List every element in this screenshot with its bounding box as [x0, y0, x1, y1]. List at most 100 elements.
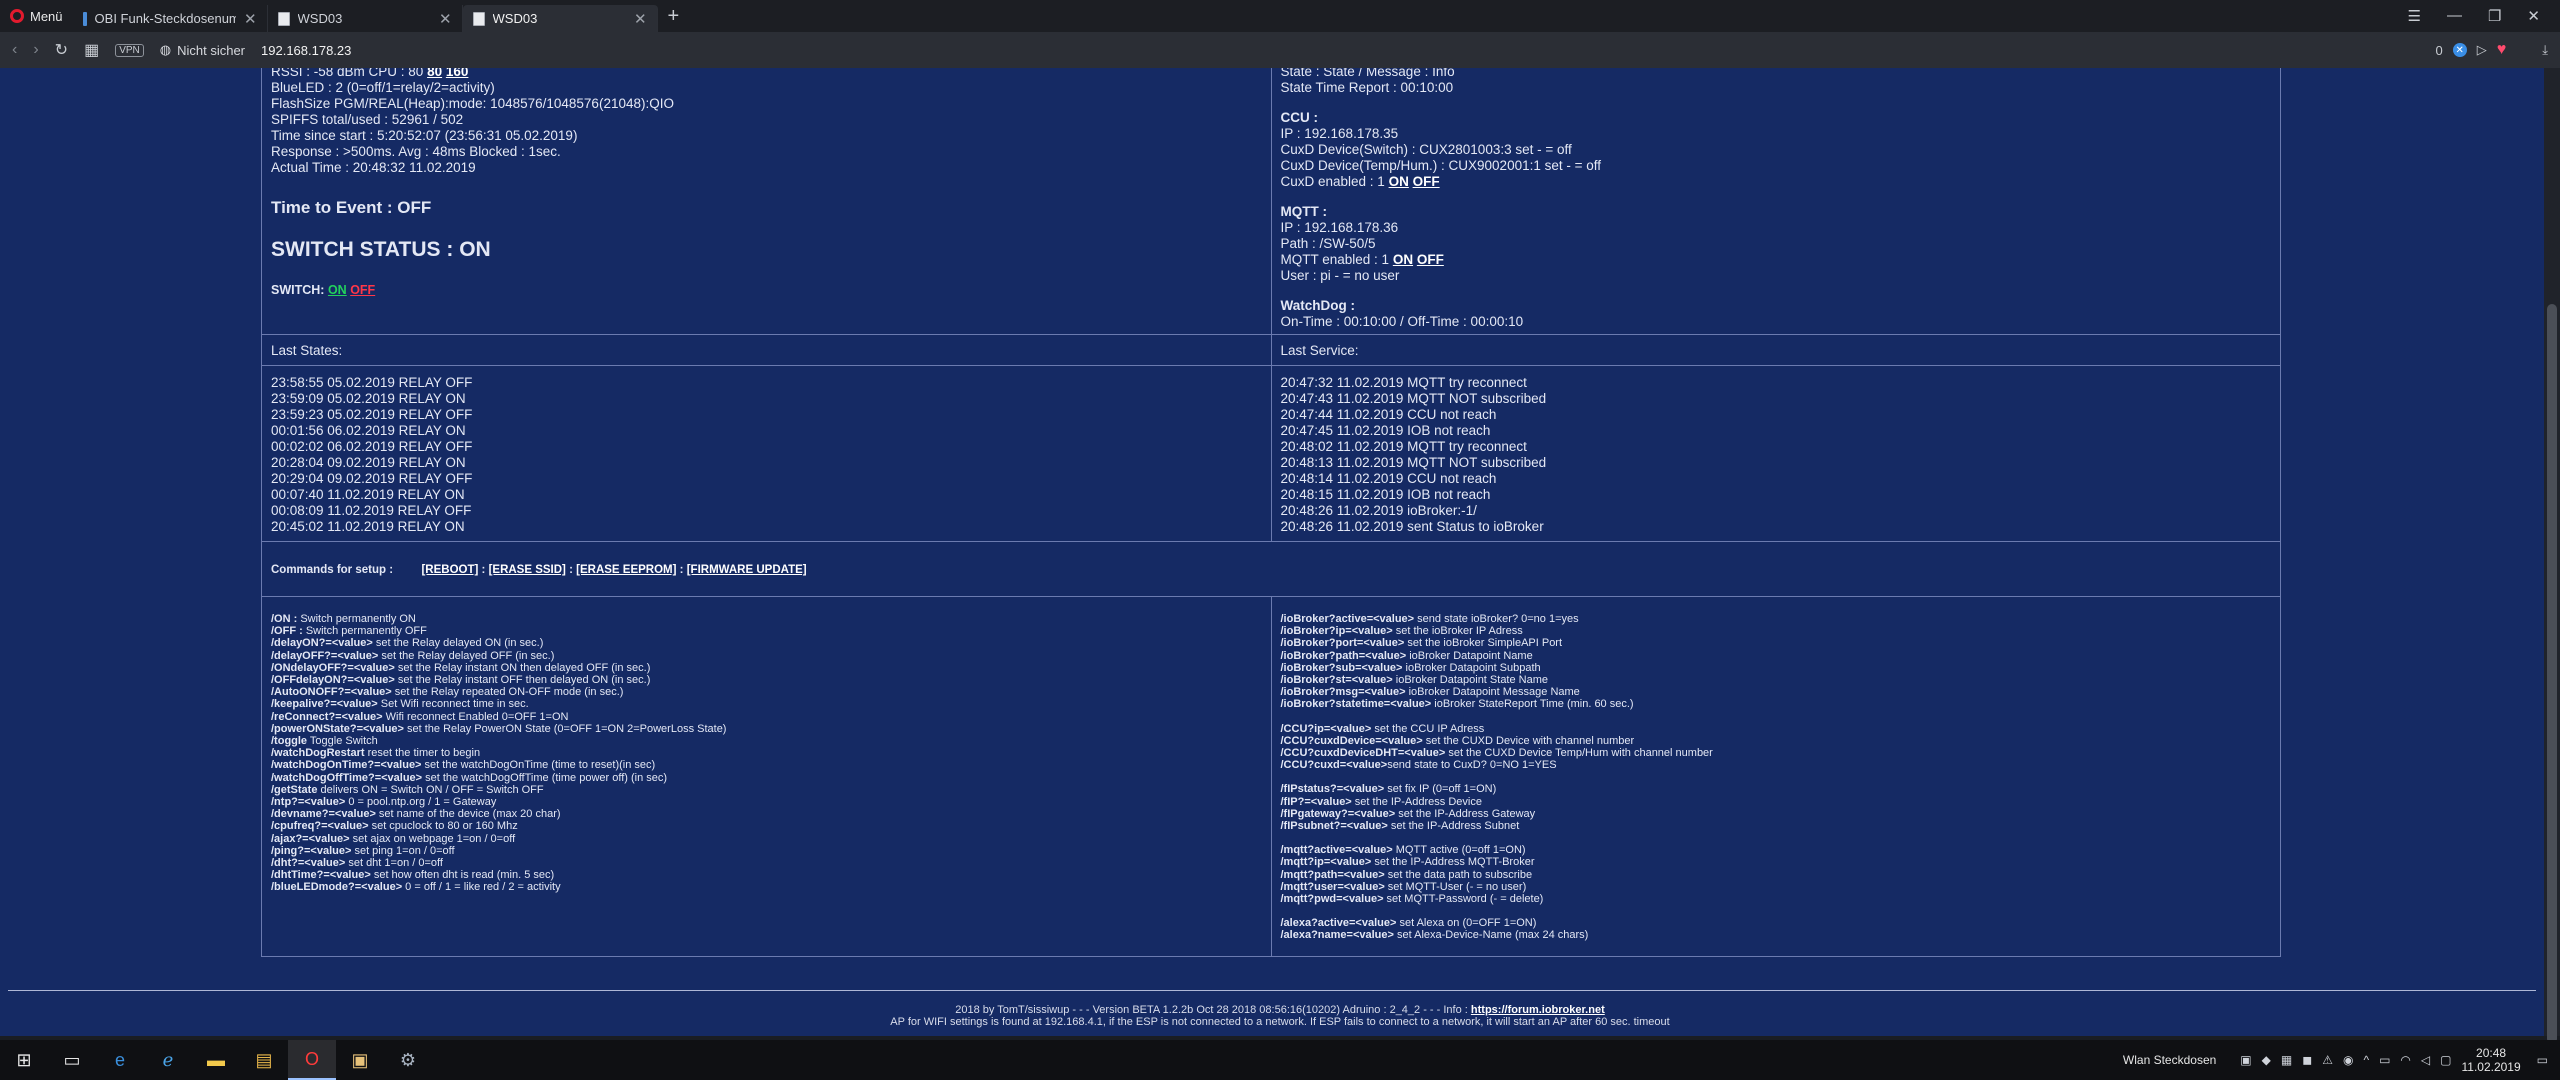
new-tab-icon[interactable]: + [668, 5, 680, 28]
erase-ssid-link[interactable]: [ERASE SSID] [489, 564, 566, 576]
mqtt-off-link[interactable]: OFF [1417, 252, 1444, 267]
browser-tab[interactable]: WSD03 ✕ [268, 5, 463, 32]
tab-title: OBI Funk-Steckdosenumb [94, 11, 236, 26]
mqtt-line: Path : /SW-50/5 [1280, 236, 1376, 251]
taskbar-clock[interactable]: 20:48 11.02.2019 [2461, 1046, 2520, 1074]
reload-icon[interactable]: ↻ [55, 40, 68, 60]
opera-taskbar-icon[interactable]: O [288, 1040, 336, 1080]
page-scrollbar[interactable] [2544, 68, 2560, 1044]
help-description: set how often dht is read (min. 5 sec) [370, 869, 555, 882]
help-group-gap [1281, 905, 2275, 917]
settings-app-icon[interactable]: ⚙ [384, 1040, 432, 1080]
ccu-off-link[interactable]: OFF [1413, 174, 1440, 189]
internet-explorer-icon[interactable]: ℯ [144, 1040, 192, 1080]
opera-menu-button[interactable]: Menü [0, 0, 73, 32]
help-group-gap [1281, 711, 2275, 723]
edge-icon[interactable]: e [96, 1040, 144, 1080]
tray-app-icon[interactable]: ◆ [2262, 1053, 2271, 1067]
url-field[interactable]: 192.168.178.23 [261, 43, 2420, 58]
show-hidden-icons-icon[interactable]: ^ [2363, 1053, 2369, 1067]
help-command: /CCU?cuxdDeviceDHT=<value> [1280, 747, 1446, 760]
help-entry: /toggle Toggle Switch [271, 735, 1265, 747]
system-tray: Wlan Steckdosen ▣ ◆ ▦ ◼ ⚠ ◉ ^ ▭ ◠ ◁ ▢ 20… [2123, 1046, 2560, 1074]
help-description: MQTT active (0=off 1=ON) [1392, 844, 1526, 857]
help-command: /watchDogOffTime?=<value> [271, 771, 423, 784]
wifi-icon[interactable]: ◠ [2400, 1053, 2410, 1067]
help-description: set fix IP (0=off 1=ON) [1384, 783, 1497, 796]
list-item: 20:47:45 11.02.2019 IOB not reach [1280, 423, 1491, 438]
file-explorer-icon[interactable]: ▬ [192, 1040, 240, 1080]
media-player-icon[interactable]: ▣ [336, 1040, 384, 1080]
help-description: set the IP-Address Subnet [1387, 820, 1520, 833]
ccu-enabled-line: CuxD enabled : 1 ON OFF [1280, 174, 1440, 189]
help-group-gap [1281, 832, 2275, 844]
ccu-on-link[interactable]: ON [1389, 174, 1409, 189]
tab-menu-icon[interactable]: ☰ [2408, 7, 2421, 25]
erase-eeprom-link[interactable]: [ERASE EEPROM] [576, 564, 676, 576]
language-icon[interactable]: ▢ [2440, 1053, 2451, 1067]
cpu-80-link[interactable]: 80 [427, 68, 442, 79]
help-entry: /devname?=<value> set name of the device… [271, 808, 1265, 820]
help-command: /ON : [271, 613, 298, 625]
ccu-title: CCU : [1280, 110, 1319, 125]
close-tab-icon[interactable]: ✕ [244, 10, 257, 28]
close-window-icon[interactable]: ✕ [2527, 7, 2540, 25]
help-description: set MQTT-Password (- = delete) [1383, 893, 1544, 906]
forum-link[interactable]: https://forum.iobroker.net [1471, 1004, 1605, 1016]
page-favicon-icon [277, 11, 290, 26]
cpu-160-link[interactable]: 160 [446, 68, 469, 79]
web-page: RSSI : -58 dBm CPU : 80 80 160 BlueLED :… [0, 68, 2560, 1036]
tray-app-icon[interactable]: ◉ [2343, 1053, 2353, 1067]
browser-tab-active[interactable]: WSD03 ✕ [462, 5, 658, 32]
tray-app-icon[interactable]: ◼ [2302, 1053, 2312, 1067]
help-description: set the ioBroker SimpleAPI Port [1404, 637, 1563, 650]
speed-dial-icon[interactable]: ▦ [84, 40, 99, 60]
switch-on-link[interactable]: ON [328, 283, 347, 297]
help-description: set the IP-Address MQTT-Broker [1371, 856, 1535, 869]
help-description: set the watchDogOnTime (time to reset)(i… [421, 759, 656, 772]
forward-icon[interactable]: › [33, 41, 38, 59]
bookmark-heart-icon[interactable]: ♥ [2497, 41, 2507, 59]
restore-icon[interactable]: ❐ [2488, 7, 2501, 25]
task-view-icon[interactable]: ▭ [48, 1040, 96, 1080]
scrollbar-thumb[interactable] [2547, 304, 2557, 1044]
mqtt-on-link[interactable]: ON [1393, 252, 1413, 267]
switch-off-link[interactable]: OFF [350, 283, 375, 297]
help-entry: /ioBroker?statetime=<value> ioBroker Sta… [1281, 698, 2275, 710]
help-command: /alexa?active=<value> [1280, 917, 1397, 930]
download-icon[interactable]: ⤓ [2542, 42, 2548, 58]
tray-app-icon[interactable]: ▣ [2240, 1053, 2251, 1067]
mqtt-enabled-line: MQTT enabled : 1 ON OFF [1280, 252, 1444, 267]
help-entry: /mqtt?active=<value> MQTT active (0=off … [1281, 844, 2275, 856]
info-line: RSSI : -58 dBm CPU : 80 80 160 [271, 68, 1265, 80]
close-tab-icon[interactable]: ✕ [439, 10, 452, 28]
tray-app-icon[interactable]: ⚠ [2322, 1053, 2333, 1067]
send-icon[interactable]: ▷ [2477, 42, 2487, 58]
state-line: State : State / Message : Info [1280, 68, 1455, 79]
help-entry: /ioBroker?active=<value> send state ioBr… [1281, 613, 2275, 625]
vpn-badge[interactable]: VPN [115, 43, 144, 57]
reboot-link[interactable]: [REBOOT] [421, 564, 478, 576]
ad-block-icon[interactable]: ✕ [2452, 43, 2467, 57]
help-command: /getState [271, 783, 318, 796]
tray-app-icon[interactable]: ▦ [2281, 1053, 2292, 1067]
browser-tab[interactable]: OBI Funk-Steckdosenumb ✕ [73, 5, 268, 32]
help-command: /CCU?ip=<value> [1280, 722, 1372, 735]
folder-icon[interactable]: ▤ [240, 1040, 288, 1080]
help-description: set the CUXD Device with channel number [1422, 734, 1635, 747]
back-icon[interactable]: ‹ [12, 41, 17, 59]
help-description: ioBroker Datapoint Message Name [1405, 686, 1580, 699]
help-entry: /delayON?=<value> set the Relay delayed … [271, 637, 1265, 649]
windows-start-icon[interactable]: ⊞ [0, 1040, 48, 1080]
security-indicator[interactable]: ◍ Nicht sicher [160, 42, 245, 58]
info-line: Actual Time : 20:48:32 11.02.2019 [271, 160, 476, 175]
help-entry: /ONdelayOFF?=<value> set the Relay insta… [271, 662, 1265, 674]
help-description: ioBroker StateReport Time (min. 60 sec.) [1431, 698, 1634, 711]
volume-icon[interactable]: ◁ [2421, 1053, 2430, 1067]
firmware-update-link[interactable]: [FIRMWARE UPDATE] [687, 564, 807, 576]
close-tab-icon[interactable]: ✕ [634, 10, 647, 28]
minimize-icon[interactable]: — [2447, 7, 2462, 25]
battery-icon[interactable]: ▭ [2379, 1053, 2390, 1067]
action-center-icon[interactable]: ▭ [2537, 1053, 2548, 1067]
info-line: SPIFFS total/used : 52961 / 502 [271, 112, 464, 127]
